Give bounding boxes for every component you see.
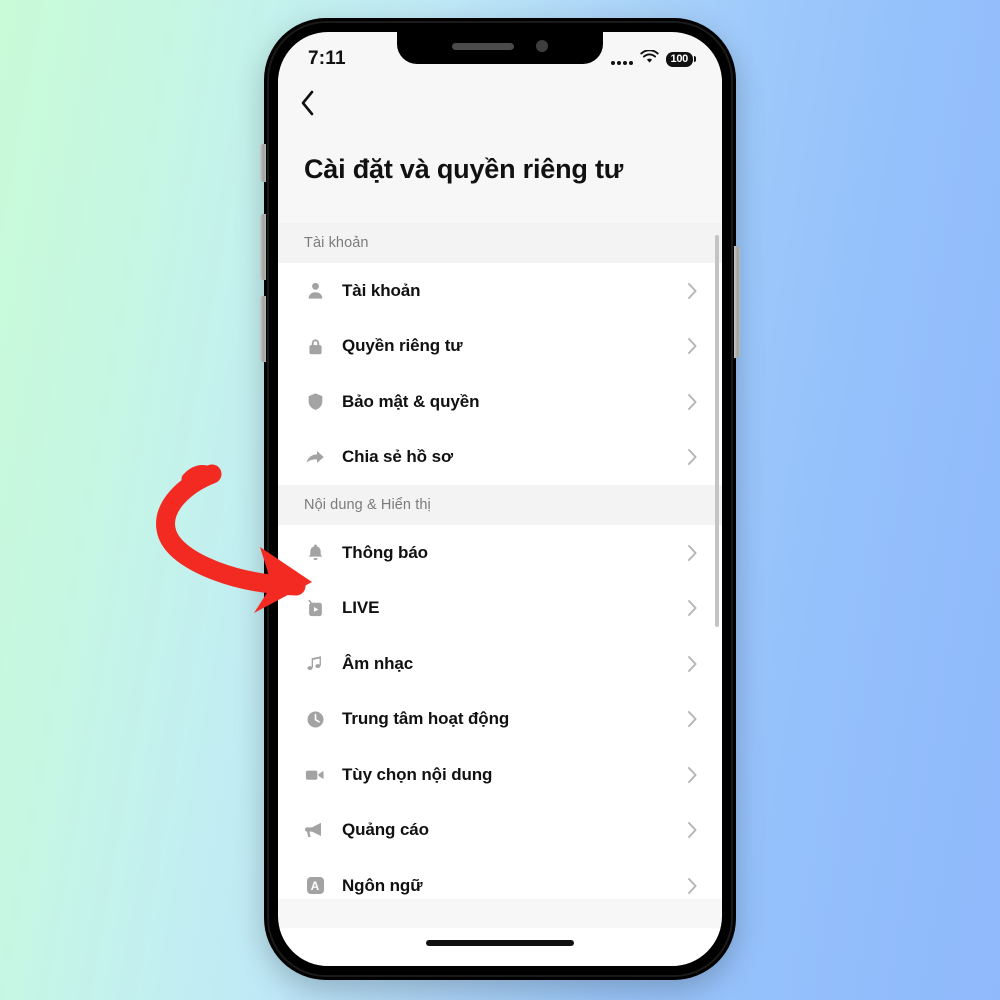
list-item-label: Trung tâm hoạt động	[342, 709, 510, 729]
cellular-dots-icon	[610, 53, 633, 65]
battery-icon: 100	[665, 51, 696, 67]
section-body-account: Tài khoản Quyền riêng tư Bảo mật & quyền…	[278, 263, 722, 486]
phone-device-frame: 7:11 100 Cài đặt và quyền riêng tư Tài k…	[260, 18, 740, 980]
list-item-label: Bảo mật & quyền	[342, 391, 480, 411]
chevron-right-icon	[687, 877, 698, 895]
section-header-account: Tài khoản	[278, 223, 722, 264]
status-bar-indicators: 100	[610, 48, 696, 69]
volume-down-button[interactable]	[260, 296, 266, 362]
live-tv-icon	[302, 599, 328, 618]
list-item-label: Tùy chọn nội dung	[342, 764, 493, 784]
list-item-ads[interactable]: Quảng cáo	[278, 802, 722, 859]
video-icon	[302, 767, 328, 783]
list-item-share-profile[interactable]: Chia sẻ hồ sơ	[278, 429, 722, 486]
chevron-right-icon	[687, 599, 698, 617]
chevron-right-icon	[687, 393, 698, 411]
back-button[interactable]	[300, 84, 340, 122]
list-item-content-preferences[interactable]: Tùy chọn nội dung	[278, 747, 722, 803]
megaphone-icon	[302, 821, 328, 839]
earpiece-speaker-icon	[452, 42, 514, 50]
share-icon	[302, 447, 328, 467]
language-badge-letter: A	[306, 877, 324, 895]
nav-bar	[278, 78, 722, 122]
chevron-right-icon	[687, 544, 698, 562]
scrollbar-thumb[interactable]	[715, 235, 719, 628]
list-item-live[interactable]: LIVE	[278, 580, 722, 637]
list-item-label: LIVE	[342, 598, 380, 618]
phone-notch	[397, 32, 603, 64]
section-header-content-display: Nội dung & Hiển thị	[278, 485, 722, 526]
settings-list[interactable]: Tài khoản Tài khoản Quyền riêng tư Bảo m…	[278, 223, 722, 900]
list-item-label: Ngôn ngữ	[342, 875, 423, 895]
wifi-icon	[639, 48, 659, 69]
list-item-label: Quảng cáo	[342, 820, 429, 840]
list-item-notifications[interactable]: Thông báo	[278, 525, 722, 581]
chevron-right-icon	[687, 710, 698, 728]
lock-icon	[302, 337, 328, 356]
music-icon	[302, 655, 328, 673]
silent-switch-button[interactable]	[260, 144, 266, 182]
battery-tip	[694, 56, 696, 62]
list-item-security[interactable]: Bảo mật & quyền	[278, 374, 722, 430]
list-item-label: Quyền riêng tư	[342, 336, 463, 356]
bell-icon	[302, 543, 328, 562]
screenshot-canvas: 7:11 100 Cài đặt và quyền riêng tư Tài k…	[0, 0, 1000, 1000]
list-item-activity-center[interactable]: Trung tâm hoạt động	[278, 691, 722, 748]
volume-up-button[interactable]	[260, 214, 266, 280]
chevron-right-icon	[687, 821, 698, 839]
chevron-right-icon	[687, 448, 698, 466]
person-icon	[302, 281, 328, 300]
phone-screen: 7:11 100 Cài đặt và quyền riêng tư Tài k…	[278, 32, 722, 966]
home-indicator-area	[278, 928, 722, 966]
shield-icon	[302, 392, 328, 411]
home-indicator[interactable]	[426, 940, 574, 946]
chevron-right-icon	[687, 282, 698, 300]
list-item-music[interactable]: Âm nhạc	[278, 636, 722, 692]
language-icon: A	[302, 877, 328, 895]
status-time: 7:11	[308, 48, 346, 69]
list-item-privacy[interactable]: Quyền riêng tư	[278, 318, 722, 375]
list-item-label: Tài khoản	[342, 280, 421, 300]
power-button[interactable]	[734, 246, 740, 358]
chevron-left-icon	[300, 90, 316, 116]
list-item-label: Âm nhạc	[342, 653, 414, 673]
list-item-account[interactable]: Tài khoản	[278, 263, 722, 319]
chevron-right-icon	[687, 655, 698, 673]
section-body-content-display: Thông báo LIVE Âm nhạc Trung tâm hoạt độ…	[278, 525, 722, 900]
list-item-language[interactable]: A Ngôn ngữ	[278, 858, 722, 900]
page-title: Cài đặt và quyền riêng tư	[278, 140, 722, 206]
front-camera-icon	[536, 40, 548, 52]
chevron-right-icon	[687, 337, 698, 355]
scrollbar[interactable]	[715, 223, 719, 899]
clock-icon	[302, 710, 328, 729]
list-item-label: Thông báo	[342, 542, 428, 562]
chevron-right-icon	[687, 766, 698, 784]
battery-percent-label: 100	[665, 51, 693, 67]
list-item-label: Chia sẻ hồ sơ	[342, 447, 453, 467]
